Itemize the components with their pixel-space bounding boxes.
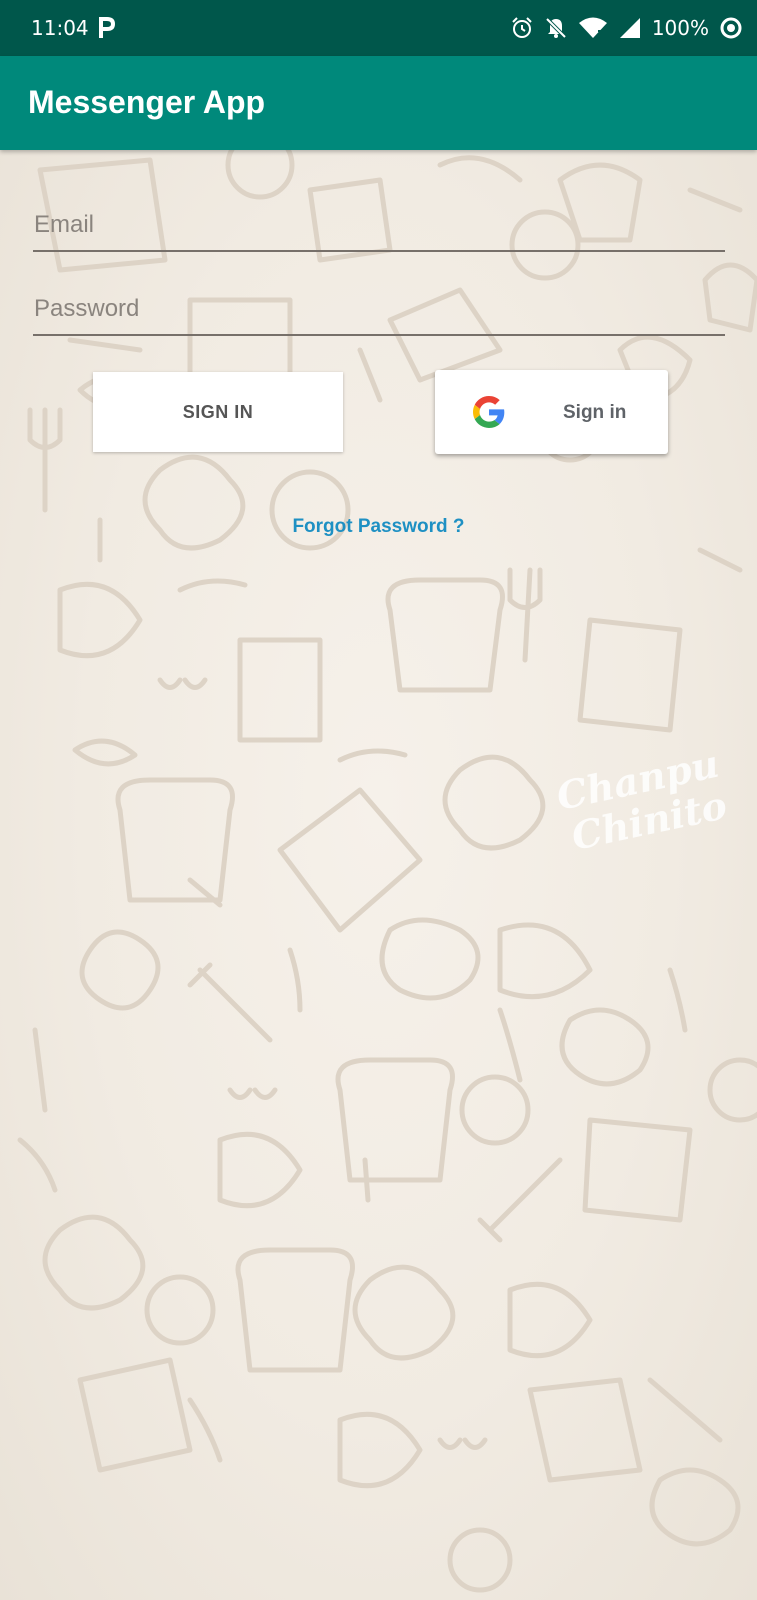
doodle-background: Chanpu Chinito — [17, 150, 757, 1593]
alarm-icon — [512, 17, 532, 38]
login-screen: Chanpu Chinito SIGN IN Sign in Forgot Pa… — [0, 150, 757, 1600]
notifications-off-icon — [545, 17, 567, 39]
status-bar: 11:04 100% — [0, 0, 757, 56]
google-sign-in-label: Sign in — [563, 402, 627, 423]
email-field[interactable] — [33, 204, 725, 252]
page-title: Messenger App — [28, 84, 266, 120]
cell-signal-icon — [619, 18, 640, 38]
forgot-password-link[interactable]: Forgot Password ? — [0, 516, 757, 538]
battery-level: 100% — [651, 16, 709, 40]
data-saver-icon — [720, 17, 742, 39]
status-time: 11:04 — [31, 16, 89, 40]
app-bar: Messenger App — [0, 56, 757, 150]
google-logo-icon — [473, 396, 505, 428]
status-icons: 100% — [510, 12, 743, 44]
google-sign-in-button[interactable]: Sign in — [435, 370, 668, 454]
password-field[interactable] — [33, 288, 725, 336]
wifi-icon — [578, 17, 607, 38]
parking-icon — [99, 17, 115, 38]
sign-in-button[interactable]: SIGN IN — [93, 372, 343, 452]
